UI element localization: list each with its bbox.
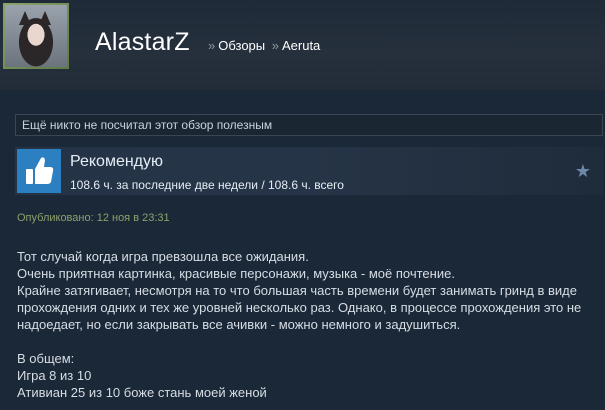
avatar-image [5,5,67,67]
breadcrumb-separator: » [208,38,216,53]
recommendation-label: Рекомендую [70,153,164,170]
profile-header: AlastarZ » Обзоры » Aeruta [0,0,605,90]
star-icon[interactable]: ★ [575,161,591,182]
review-line: Игра 8 из 10 [17,368,92,383]
helpful-status: Ещё никто не посчитал этот обзор полезны… [15,114,603,136]
review-line: В общем: [17,351,75,366]
review-line: Крайне затягивает, несмотря на то что бо… [17,283,577,298]
breadcrumb-separator: » [271,38,279,53]
review-line: Ативиан 25 из 10 боже стань моей женой [17,385,267,400]
review-line: прохождения одних и тех же уровней неско… [17,300,582,315]
review-line: надоедает, но если закрывать все ачивки … [17,317,461,332]
playtime-hours: 108.6 ч. за последние две недели / 108.6… [70,178,344,192]
avatar[interactable] [3,3,69,69]
breadcrumb-game[interactable]: Aeruta [282,38,320,53]
posted-date: Опубликовано: 12 ноя в 23:31 [17,212,170,224]
avatar-ear-left [19,11,31,25]
breadcrumb: » Обзоры » Aeruta [205,38,320,53]
review-line: Очень приятная картинка, красивые персон… [17,266,455,281]
avatar-ear-right [39,11,51,25]
thumbs-up-icon [17,149,61,193]
recommendation-box: Рекомендую 108.6 ч. за последние две нед… [15,147,603,195]
breadcrumb-reviews[interactable]: Обзоры [218,38,265,53]
review-line: Тот случай когда игра превзошла все ожид… [17,249,309,264]
review-area: Ещё никто не посчитал этот обзор полезны… [0,90,605,410]
review-body: Тот случай когда игра превзошла все ожид… [17,248,597,401]
profile-name[interactable]: AlastarZ [95,28,190,57]
